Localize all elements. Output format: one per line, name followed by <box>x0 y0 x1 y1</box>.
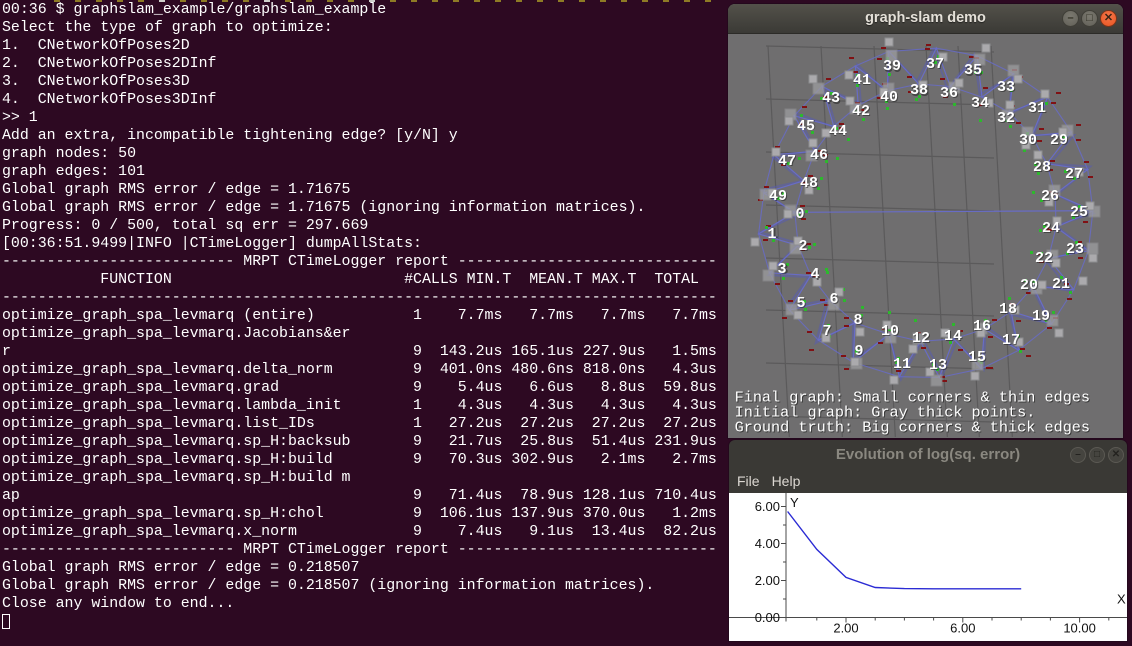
svg-text:4.00: 4.00 <box>755 536 780 551</box>
svg-text:6.00: 6.00 <box>950 621 975 636</box>
svg-text:19: 19 <box>1032 308 1050 325</box>
svg-text:13: 13 <box>929 357 947 374</box>
svg-text:30: 30 <box>1019 132 1037 149</box>
svg-text:26: 26 <box>1041 188 1059 205</box>
svg-text:45: 45 <box>797 118 815 135</box>
svg-text:27: 27 <box>1065 166 1083 183</box>
svg-text:42: 42 <box>852 103 870 120</box>
svg-text:32: 32 <box>997 110 1015 127</box>
svg-text:35: 35 <box>964 62 982 79</box>
svg-text:29: 29 <box>1050 132 1068 149</box>
svg-text:8: 8 <box>853 312 862 329</box>
svg-text:3: 3 <box>777 261 786 278</box>
svg-text:46: 46 <box>810 147 828 164</box>
svg-text:34: 34 <box>971 95 989 112</box>
svg-text:36: 36 <box>940 85 958 102</box>
svg-text:10.00: 10.00 <box>1063 621 1096 636</box>
svg-text:37: 37 <box>926 56 944 73</box>
svg-text:20: 20 <box>1020 277 1038 294</box>
svg-text:17: 17 <box>1002 332 1020 349</box>
svg-text:43: 43 <box>822 90 840 107</box>
svg-text:6: 6 <box>829 291 838 308</box>
svg-text:12: 12 <box>912 330 930 347</box>
svg-text:40: 40 <box>880 89 898 106</box>
svg-text:44: 44 <box>829 123 847 140</box>
svg-text:38: 38 <box>910 82 928 99</box>
svg-text:15: 15 <box>968 349 986 366</box>
svg-text:Ground truth: Big corners & th: Ground truth: Big corners & thick edges <box>735 419 1090 437</box>
svg-text:33: 33 <box>997 79 1015 96</box>
svg-text:18: 18 <box>999 301 1017 318</box>
svg-text:24: 24 <box>1042 220 1060 237</box>
svg-text:10: 10 <box>881 323 899 340</box>
svg-text:28: 28 <box>1033 159 1051 176</box>
svg-text:Y: Y <box>790 495 799 510</box>
svg-text:23: 23 <box>1066 241 1084 258</box>
svg-text:49: 49 <box>769 188 787 205</box>
svg-text:31: 31 <box>1028 100 1046 117</box>
svg-text:6.00: 6.00 <box>755 499 780 514</box>
svg-text:2.00: 2.00 <box>833 621 858 636</box>
svg-text:25: 25 <box>1070 204 1088 221</box>
svg-text:1: 1 <box>767 226 776 243</box>
svg-text:22: 22 <box>1035 250 1053 267</box>
svg-text:0.00: 0.00 <box>755 610 780 625</box>
svg-text:11: 11 <box>893 356 911 373</box>
svg-text:39: 39 <box>883 58 901 75</box>
svg-text:14: 14 <box>944 328 962 345</box>
svg-text:2: 2 <box>798 238 807 255</box>
svg-text:4: 4 <box>810 266 819 283</box>
svg-text:48: 48 <box>800 175 818 192</box>
svg-text:41: 41 <box>853 72 871 89</box>
svg-text:9: 9 <box>854 343 863 360</box>
svg-text:0: 0 <box>795 206 804 223</box>
svg-text:47: 47 <box>778 153 796 170</box>
svg-text:16: 16 <box>973 318 991 335</box>
svg-text:7: 7 <box>822 323 831 340</box>
svg-text:2.00: 2.00 <box>755 573 780 588</box>
svg-text:21: 21 <box>1052 276 1070 293</box>
svg-text:X: X <box>1117 592 1126 607</box>
svg-text:5: 5 <box>796 295 805 312</box>
